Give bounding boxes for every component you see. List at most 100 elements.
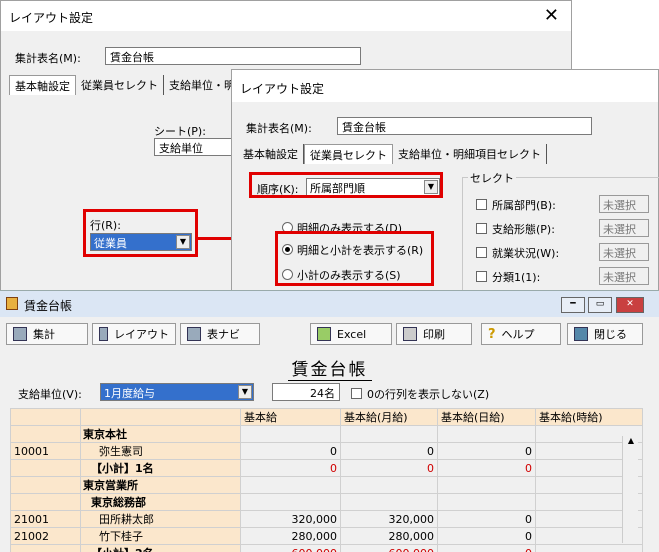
table-row[interactable]: 東京総務部 bbox=[10, 493, 643, 511]
value-cell: 0 bbox=[437, 544, 536, 552]
hide-zero-checkbox[interactable]: 0の行列を表示しない(Z) bbox=[351, 386, 489, 402]
scroll-up-icon[interactable]: ▲ bbox=[625, 436, 637, 450]
value-cell: 0 bbox=[437, 442, 536, 460]
filter-label: 支給形態(P): bbox=[492, 223, 555, 236]
value-cell: 0 bbox=[240, 459, 341, 477]
help-label: ヘルプ bbox=[501, 328, 535, 341]
unit-combo[interactable]: 1月度給与 ▼ bbox=[100, 383, 254, 401]
main-title-bar: 賃金台帳 ━ ▭ ✕ bbox=[0, 291, 659, 317]
dialog-title: レイアウト設定 bbox=[240, 82, 325, 96]
name-label: 集計表名(M): bbox=[246, 122, 312, 135]
sheet-field[interactable]: 支給単位 bbox=[154, 138, 234, 156]
table-row[interactable]: 【小計】1名 0 0 0 bbox=[10, 459, 643, 477]
employee-code-cell bbox=[10, 459, 81, 477]
value-cell: 600,000 bbox=[240, 544, 341, 552]
close-icon[interactable]: ✕ bbox=[544, 5, 559, 26]
value-cell: 280,000 bbox=[340, 527, 438, 545]
tab-employee-select[interactable]: 従業員セレクト bbox=[76, 75, 164, 95]
tab-basic-axis[interactable]: 基本軸設定 bbox=[9, 75, 76, 95]
checkbox-icon bbox=[476, 247, 487, 258]
filter-class1[interactable]: 分類1(1): bbox=[476, 269, 540, 285]
layout-button[interactable]: レイアウト bbox=[92, 323, 176, 345]
employee-name-cell: 竹下桂子 bbox=[80, 527, 241, 545]
value-cell: 0 bbox=[437, 527, 536, 545]
table-navi-label: 表ナビ bbox=[207, 328, 240, 341]
tab-basic-axis[interactable]: 基本軸設定 bbox=[238, 144, 304, 164]
filter-dept[interactable]: 所属部門(B): bbox=[476, 197, 556, 213]
close-button[interactable]: ✕ bbox=[616, 297, 644, 313]
aggregate-button[interactable]: 集計 bbox=[6, 323, 88, 345]
value-cell: 0 bbox=[240, 442, 341, 460]
help-button[interactable]: ? ヘルプ bbox=[481, 323, 561, 345]
exit-door-icon bbox=[574, 327, 588, 341]
filter-label: 所属部門(B): bbox=[492, 199, 556, 212]
table-row[interactable]: 21002 竹下桂子 280,000 280,000 0 bbox=[10, 527, 643, 545]
value-cell bbox=[340, 493, 438, 511]
ledger-table: 基本給 基本給(月給) 基本給(日給) 基本給(時給) 東京本社 10001 弥生憲… bbox=[10, 408, 643, 552]
value-cell bbox=[340, 476, 438, 494]
employee-name-cell: 弥生憲司 bbox=[80, 442, 241, 460]
filter-label: 就業状況(W): bbox=[492, 247, 560, 260]
help-icon: ? bbox=[488, 326, 496, 342]
filter-paytype-value: 未選択 bbox=[599, 219, 649, 237]
value-cell bbox=[340, 425, 438, 443]
value-cell: 0 bbox=[340, 459, 438, 477]
close-app-button[interactable]: 閉じる bbox=[567, 323, 643, 345]
tab-pay-unit[interactable]: 支給単位・明 bbox=[164, 75, 240, 95]
main-title: 賃金台帳 bbox=[24, 299, 73, 313]
title-bar: レイアウト設定 ✕ bbox=[1, 1, 571, 31]
checkbox-icon bbox=[351, 388, 362, 399]
employee-name-cell: 【小計】2名 bbox=[80, 544, 241, 552]
filter-label: 分類1(1): bbox=[492, 271, 541, 284]
tab-employee-select[interactable]: 従業員セレクト bbox=[304, 144, 393, 164]
tab-pay-unit-detail[interactable]: 支給単位・明細項目セレクト bbox=[393, 144, 547, 164]
minimize-button[interactable]: ━ bbox=[561, 297, 585, 313]
app-icon bbox=[6, 297, 18, 310]
value-cell: 0 bbox=[340, 442, 438, 460]
hide-zero-label: 0の行列を表示しない(Z) bbox=[367, 388, 490, 401]
name-label: 集計表名(M): bbox=[15, 52, 81, 65]
print-label: 印刷 bbox=[423, 328, 445, 341]
table-navi-icon bbox=[187, 327, 201, 341]
name-input[interactable]: 賃金台帳 bbox=[105, 47, 361, 65]
filter-status-value: 未選択 bbox=[599, 243, 649, 261]
table-row[interactable]: 21001 田所耕太郎 320,000 320,000 0 bbox=[10, 510, 643, 528]
aggregate-label: 集計 bbox=[33, 328, 55, 341]
table-navi-button[interactable]: 表ナビ bbox=[180, 323, 260, 345]
unit-combo-value: 1月度給与 bbox=[104, 387, 155, 400]
value-cell bbox=[535, 544, 643, 552]
chevron-down-icon[interactable]: ▼ bbox=[238, 385, 252, 399]
employee-code-cell: 10001 bbox=[10, 442, 81, 460]
excel-button[interactable]: Excel bbox=[310, 323, 392, 345]
close-app-label: 閉じる bbox=[594, 328, 627, 341]
column-header: 基本給(時給) bbox=[535, 408, 643, 426]
maximize-button[interactable]: ▭ bbox=[588, 297, 612, 313]
value-cell: 0 bbox=[437, 459, 536, 477]
checkbox-icon bbox=[476, 223, 487, 234]
report-heading: 賃金台帳 bbox=[0, 355, 659, 381]
table-row[interactable]: 【小計】2名600,000600,0000 bbox=[10, 544, 643, 552]
filter-status[interactable]: 就業状況(W): bbox=[476, 245, 559, 261]
table-row[interactable]: 10001 弥生憲司 0 0 0 bbox=[10, 442, 643, 460]
calculator-icon bbox=[13, 327, 27, 341]
employee-count: 24名 bbox=[272, 383, 340, 401]
employee-name-cell: 東京営業所 bbox=[80, 476, 241, 494]
dialog-title: レイアウト設定 bbox=[9, 11, 94, 25]
employee-code-cell: 21002 bbox=[10, 527, 81, 545]
table-row[interactable]: 東京営業所 bbox=[10, 476, 643, 494]
value-cell: 320,000 bbox=[340, 510, 438, 528]
column-header: 基本給 bbox=[240, 408, 341, 426]
employee-name-cell: 東京本社 bbox=[80, 425, 241, 443]
employee-name-cell: 【小計】1名 bbox=[80, 459, 241, 477]
employee-code-cell bbox=[10, 544, 81, 552]
highlight-radios bbox=[275, 231, 434, 286]
print-button[interactable]: 印刷 bbox=[396, 323, 472, 345]
filter-paytype[interactable]: 支給形態(P): bbox=[476, 221, 555, 237]
layout-label: レイアウト bbox=[114, 328, 169, 341]
layout-icon bbox=[99, 327, 108, 341]
column-header bbox=[10, 408, 81, 426]
name-input[interactable]: 賃金台帳 bbox=[337, 117, 592, 135]
highlight-row bbox=[83, 209, 198, 257]
table-row[interactable]: 東京本社 bbox=[10, 425, 643, 443]
vertical-scrollbar[interactable]: ▲ bbox=[622, 436, 638, 543]
